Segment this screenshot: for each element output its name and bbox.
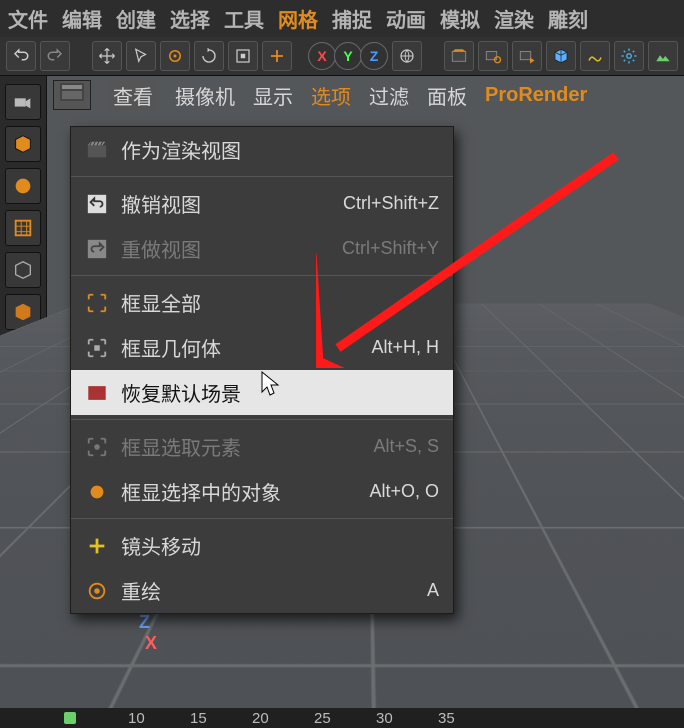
vp-menu-icon[interactable]	[53, 80, 91, 110]
viewport-menubar: 查看摄像机显示选项过滤面板 ProRender	[53, 80, 587, 110]
vp-menu-item-1[interactable]: 摄像机	[175, 81, 235, 110]
dropdown-item-label: 重绘	[121, 576, 415, 605]
menu-item-3[interactable]: 选择	[170, 4, 210, 33]
texture-mode[interactable]	[5, 168, 41, 204]
dropdown-item-label: 框显全部	[121, 288, 427, 317]
dropdown-item-shortcut: Ctrl+Shift+Z	[343, 193, 439, 214]
move-tool[interactable]	[92, 41, 122, 71]
model-mode[interactable]	[5, 126, 41, 162]
axis-toggle-group: X Y Z	[310, 42, 388, 70]
dropdown-item-shortcut: Alt+O, O	[369, 481, 439, 502]
main-menubar: 文件编辑创建选择工具网格捕捉动画模拟渲染雕刻	[0, 0, 684, 37]
ruler-tick: 15	[190, 710, 200, 727]
vp-menu-item-2[interactable]: 显示	[253, 81, 293, 110]
dropdown-item-4[interactable]: 框显几何体 Alt+H, H	[71, 325, 453, 370]
menu-item-6[interactable]: 捕捉	[332, 4, 372, 33]
edge-mode[interactable]	[5, 252, 41, 288]
select-tool[interactable]	[126, 41, 156, 71]
rotate-tool[interactable]	[194, 41, 224, 71]
redo-box-icon	[85, 237, 109, 261]
dropdown-item-label: 作为渲染视图	[121, 135, 427, 164]
dropdown-item-label: 框显选择中的对象	[121, 477, 357, 506]
camera-tool[interactable]	[5, 84, 41, 120]
dropdown-item-6: 框显选取元素 Alt+S, S	[71, 419, 453, 469]
dropdown-item-9[interactable]: 重绘 A	[71, 568, 453, 613]
dropdown-item-shortcut: A	[427, 580, 439, 601]
axis-y-toggle[interactable]: Y	[334, 42, 362, 70]
undo-box-icon	[85, 192, 109, 216]
plus-icon	[85, 534, 109, 558]
main-toolbar: X Y Z	[0, 37, 684, 76]
dropdown-item-label: 重做视图	[121, 234, 330, 263]
menu-item-0[interactable]: 文件	[8, 4, 48, 33]
spline-tool-button[interactable]	[580, 41, 610, 71]
dropdown-item-3[interactable]: 框显全部	[71, 275, 453, 325]
dropdown-item-2: 重做视图 Ctrl+Shift+Y	[71, 226, 453, 271]
vp-menu-item-6[interactable]: ProRender	[485, 84, 587, 107]
add-tool[interactable]	[262, 41, 292, 71]
point-mode[interactable]	[5, 210, 41, 246]
ruler-tick: 10	[128, 710, 138, 727]
frame-all-icon	[85, 291, 109, 315]
dropdown-item-shortcut: Ctrl+Shift+Y	[342, 238, 439, 259]
redo-button[interactable]	[40, 41, 70, 71]
coord-system-button[interactable]	[392, 41, 422, 71]
timeline-playhead-icon[interactable]	[64, 712, 76, 724]
vp-menu-item-4[interactable]: 过滤	[369, 81, 409, 110]
scene-icon	[85, 381, 109, 405]
frame-sel-icon	[85, 435, 109, 459]
vp-menu-item-0[interactable]: 查看	[109, 81, 157, 110]
ruler-tick: 20	[252, 710, 262, 727]
live-select-tool[interactable]	[160, 41, 190, 71]
render-settings-button[interactable]	[478, 41, 508, 71]
vp-menu-item-3[interactable]: 选项	[311, 81, 351, 110]
vp-menu-item-5[interactable]: 面板	[427, 81, 467, 110]
menu-item-8[interactable]: 模拟	[440, 4, 480, 33]
ruler-tick: 35	[438, 710, 448, 727]
dropdown-item-7[interactable]: 框显选择中的对象 Alt+O, O	[71, 469, 453, 514]
axis-z-toggle[interactable]: Z	[360, 42, 388, 70]
menu-item-10[interactable]: 雕刻	[548, 4, 588, 33]
frame-obj-icon	[85, 480, 109, 504]
frame-geo-icon	[85, 336, 109, 360]
dropdown-item-label: 框显几何体	[121, 333, 359, 362]
dropdown-item-1[interactable]: 撤销视图 Ctrl+Shift+Z	[71, 176, 453, 226]
menu-item-4[interactable]: 工具	[224, 4, 264, 33]
axis-x-toggle[interactable]: X	[308, 42, 336, 70]
dropdown-item-shortcut: Alt+S, S	[373, 436, 439, 457]
menu-item-7[interactable]: 动画	[386, 4, 426, 33]
dropdown-item-label: 镜头移动	[121, 531, 427, 560]
dropdown-item-8[interactable]: 镜头移动	[71, 518, 453, 568]
dropdown-item-shortcut: Alt+H, H	[371, 337, 439, 358]
timeline-ruler[interactable]: 5101520253035	[0, 708, 684, 728]
landscape-button[interactable]	[648, 41, 678, 71]
clapper-icon	[85, 138, 109, 162]
menu-item-5[interactable]: 网格	[278, 4, 318, 33]
redraw-icon	[85, 579, 109, 603]
dropdown-item-5[interactable]: 恢复默认场景	[71, 370, 453, 415]
render-queue-button[interactable]	[512, 41, 542, 71]
dropdown-item-label: 恢复默认场景	[121, 378, 427, 407]
menu-item-2[interactable]: 创建	[116, 4, 156, 33]
render-button[interactable]	[444, 41, 474, 71]
dropdown-item-label: 框显选取元素	[121, 432, 361, 461]
menu-item-9[interactable]: 渲染	[494, 4, 534, 33]
ruler-tick: 25	[314, 710, 324, 727]
dropdown-item-0[interactable]: 作为渲染视图	[71, 127, 453, 172]
settings-button[interactable]	[614, 41, 644, 71]
view-menu-dropdown: 作为渲染视图撤销视图 Ctrl+Shift+Z 重做视图 Ctrl+Shift+Y 框显…	[70, 126, 454, 614]
scale-tool[interactable]	[228, 41, 258, 71]
primitive-cube-button[interactable]	[546, 41, 576, 71]
menu-item-1[interactable]: 编辑	[62, 4, 102, 33]
ruler-tick: 30	[376, 710, 386, 727]
dropdown-item-label: 撤销视图	[121, 189, 331, 218]
undo-button[interactable]	[6, 41, 36, 71]
